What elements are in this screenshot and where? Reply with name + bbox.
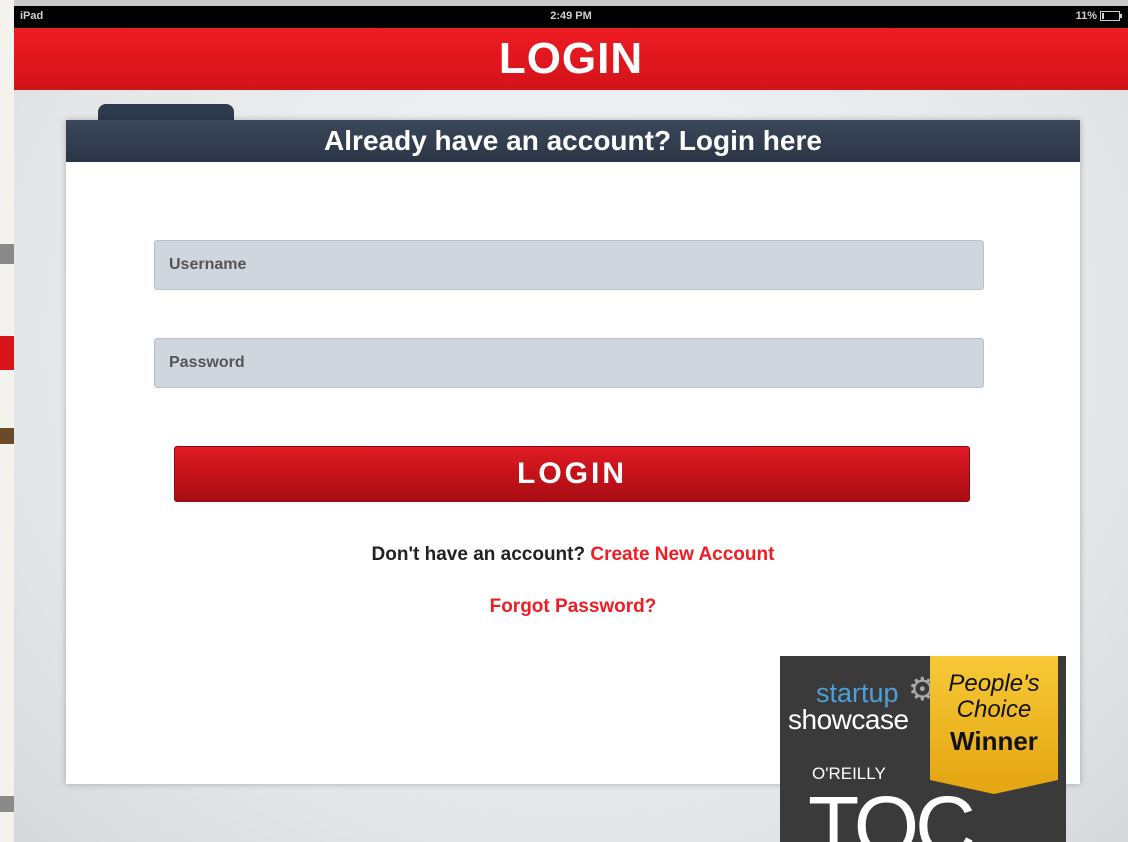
badge-peoples-text: People's [948,670,1040,697]
battery-percent: 11% [1075,10,1097,22]
badge-showcase-text: showcase [788,704,909,735]
background-fragment [0,428,14,444]
page-title: LOGIN [14,28,1128,90]
signup-prompt: Don't have an account? Create New Accoun… [66,544,1080,566]
badge-winner-text: Winner [950,726,1038,756]
clock: 2:49 PM [550,10,592,22]
background-fragment [0,244,14,264]
create-account-link[interactable]: Create New Account [590,544,774,565]
card-header: Already have an account? Login here [66,120,1080,162]
background-page [0,0,14,842]
login-button[interactable]: LOGIN [174,446,970,502]
background-fragment [0,796,14,812]
badge-choice-text: Choice [956,696,1032,723]
ipad-screen: iPad 2:49 PM 11% LOGIN Already have an a… [14,6,1128,842]
toc-logo: TOC [808,779,976,842]
password-input[interactable] [154,338,984,388]
forgot-password-link[interactable]: Forgot Password? [66,596,1080,618]
username-input[interactable] [154,240,984,290]
battery-indicator: 11% [1075,10,1122,22]
status-bar: iPad 2:49 PM 11% [14,6,1128,28]
signup-prompt-text: Don't have an account? [371,544,586,565]
battery-icon [1100,11,1122,21]
award-badge: ⚙ startup showcase People's Choice Winne… [780,656,1066,842]
background-fragment [0,336,14,370]
